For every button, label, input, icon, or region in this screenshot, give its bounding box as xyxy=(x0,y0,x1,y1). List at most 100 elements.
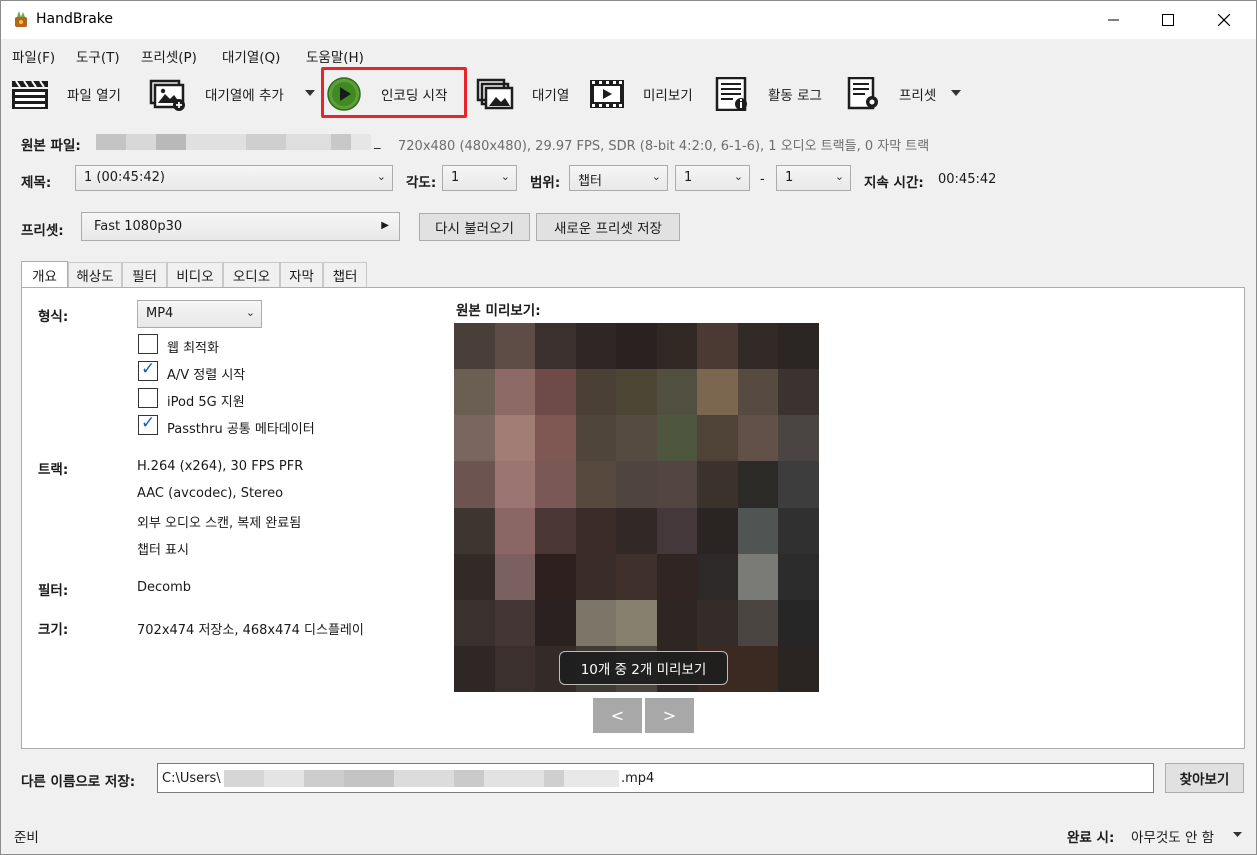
tracks-label: 트랙: xyxy=(38,462,69,478)
track-chapter-markers: 챕터 표시 xyxy=(137,543,189,558)
toolbar: 파일 열기 대기열에 추가 인코딩 시작 대기열 미리보기 활동 로그 프리셋 xyxy=(1,69,1256,117)
angle-select[interactable]: 1 ⌄ xyxy=(442,165,517,191)
status-text: 준비 xyxy=(14,830,39,846)
queue-icon xyxy=(476,78,514,110)
preview-pixel xyxy=(778,645,819,692)
preview-pixel xyxy=(737,461,779,509)
previous-preview-button[interactable]: < xyxy=(593,698,642,733)
menu-tools[interactable]: 도구(T) xyxy=(76,46,120,66)
preview-pixel xyxy=(737,369,779,417)
close-button[interactable] xyxy=(1201,1,1247,39)
preview-pixel xyxy=(575,507,617,555)
tab-video[interactable]: 비디오 xyxy=(167,262,223,287)
passthru-metadata-checkbox[interactable]: ✓ xyxy=(138,413,158,435)
preview-pixel xyxy=(494,599,536,647)
passthru-metadata-label: Passthru 공통 메타데이터 xyxy=(167,422,315,437)
preview-pixel xyxy=(697,599,739,647)
close-icon xyxy=(1218,14,1230,26)
save-new-preset-button[interactable]: 새로운 프리셋 저장 xyxy=(536,213,680,241)
preview-pixel xyxy=(656,553,698,601)
tab-filters[interactable]: 필터 xyxy=(122,262,167,287)
preview-pixel xyxy=(778,323,819,370)
preview-pixel xyxy=(494,507,536,555)
format-select[interactable]: MP4 ⌄ xyxy=(137,300,262,328)
title-bar: HandBrake xyxy=(1,1,1256,39)
preview-pixel xyxy=(535,599,577,647)
preview-pixel xyxy=(656,599,698,647)
preview-pixel xyxy=(454,415,495,463)
start-encode-highlight xyxy=(321,67,467,118)
chevron-down-icon xyxy=(1233,832,1242,837)
minimize-icon xyxy=(1108,19,1119,21)
source-info: 720x480 (480x480), 29.97 FPS, SDR (8-bit… xyxy=(398,139,930,154)
add-queue-dropdown-icon[interactable] xyxy=(305,90,315,96)
align-av-checkbox[interactable]: ✓ xyxy=(138,359,158,381)
track-audio: AAC (avcodec), Stereo xyxy=(137,486,284,501)
menu-presets[interactable]: 프리셋(P) xyxy=(141,46,197,66)
chevron-down-icon: ⌄ xyxy=(376,170,386,183)
range-start-select[interactable]: 1 ⌄ xyxy=(675,165,750,191)
preview-pixel xyxy=(737,415,779,463)
preset-label: 프리셋: xyxy=(21,223,64,239)
minimize-button[interactable] xyxy=(1091,1,1137,39)
ipod-5g-checkbox[interactable] xyxy=(138,388,158,408)
handbrake-window: HandBrake 파일(F) 도구(T) 프리셋(P) 대기열(Q) 도움말(… xyxy=(0,0,1257,855)
preview-pixel xyxy=(697,369,739,417)
preview-pixel xyxy=(454,461,495,509)
menu-help[interactable]: 도움말(H) xyxy=(306,46,364,66)
chevron-down-icon: ⌄ xyxy=(245,306,255,319)
preview-pixel xyxy=(494,415,536,463)
chevron-down-icon: ⌄ xyxy=(733,170,743,183)
preview-pixel xyxy=(535,553,577,601)
chevron-down-icon: ⌄ xyxy=(834,170,844,183)
preview-pixel xyxy=(535,507,577,555)
tab-chapters[interactable]: 챕터 xyxy=(323,262,367,287)
preview-pixel xyxy=(454,369,495,417)
tab-subtitles[interactable]: 자막 xyxy=(280,262,323,287)
track-video: H.264 (x264), 30 FPS PFR xyxy=(137,459,304,474)
next-preview-button[interactable]: > xyxy=(645,698,694,733)
web-optimized-checkbox[interactable] xyxy=(138,334,158,354)
queue-label: 대기열 xyxy=(532,88,570,104)
range-end-select[interactable]: 1 ⌄ xyxy=(776,165,851,191)
window-title: HandBrake xyxy=(36,11,114,27)
source-name-suffix: _ xyxy=(374,135,381,150)
activity-log-icon xyxy=(715,77,747,111)
range-type-select[interactable]: 챕터 ⌄ xyxy=(569,165,668,191)
preview-pixel xyxy=(575,461,617,509)
browse-button[interactable]: 찾아보기 xyxy=(1165,763,1244,793)
handbrake-app-icon xyxy=(15,11,27,27)
tab-dimensions[interactable]: 해상도 xyxy=(68,262,122,287)
preview-pixel xyxy=(454,507,495,555)
preview-pixel xyxy=(494,553,536,601)
preview-pixel xyxy=(737,553,779,601)
preview-pixel xyxy=(494,461,536,509)
destination-path-prefix: C:\Users\ xyxy=(162,771,221,786)
tab-summary[interactable]: 개요 xyxy=(21,261,68,288)
preset-selector[interactable]: Fast 1080p30 ▶ xyxy=(81,212,400,241)
when-done-label: 완료 시: xyxy=(1067,830,1115,846)
preview-pixel xyxy=(616,507,658,555)
maximize-button[interactable] xyxy=(1145,1,1191,39)
web-optimized-label: 웹 최적화 xyxy=(167,341,219,356)
preview-pixel xyxy=(494,369,536,417)
preview-counter-badge: 10개 중 2개 미리보기 xyxy=(559,651,728,685)
destination-path-input[interactable]: C:\Users\ .mp4 xyxy=(157,763,1154,793)
preview-pixel xyxy=(494,645,536,692)
preview-pixel xyxy=(778,369,819,417)
range-end-value: 1 xyxy=(785,170,794,185)
reload-preset-button[interactable]: 다시 불러오기 xyxy=(419,213,530,241)
tab-audio[interactable]: 오디오 xyxy=(223,262,280,287)
checkmark-icon: ✓ xyxy=(141,359,156,379)
preview-pixel xyxy=(616,553,658,601)
preview-pixel xyxy=(778,415,819,463)
duration-label: 지속 시간: xyxy=(864,175,924,191)
menu-queue[interactable]: 대기열(Q) xyxy=(222,46,280,66)
preview-pixel xyxy=(454,553,495,601)
preview-pixel xyxy=(575,599,617,647)
title-select[interactable]: 1 (00:45:42) ⌄ xyxy=(75,165,393,191)
format-select-value: MP4 xyxy=(146,306,174,321)
preview-pixel xyxy=(494,323,536,370)
clapperboard-icon xyxy=(12,80,48,109)
menu-file[interactable]: 파일(F) xyxy=(12,46,55,66)
